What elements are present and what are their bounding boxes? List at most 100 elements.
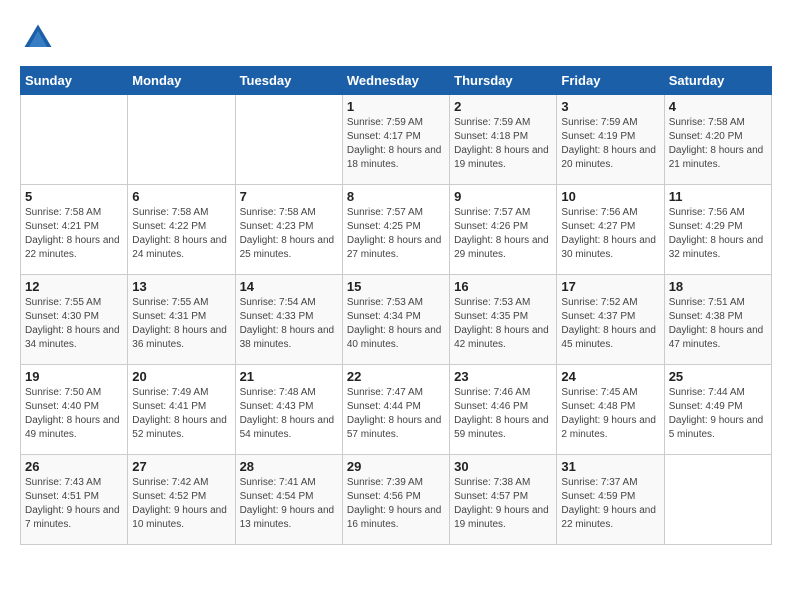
calendar-cell: 19 Sunrise: 7:50 AM Sunset: 4:40 PM Dayli… xyxy=(21,365,128,455)
calendar-cell: 15 Sunrise: 7:53 AM Sunset: 4:34 PM Dayli… xyxy=(342,275,449,365)
day-info: Sunrise: 7:59 AM Sunset: 4:17 PM Dayligh… xyxy=(347,116,445,172)
weekday-header: Friday xyxy=(557,67,664,95)
calendar-week-row: 19 Sunrise: 7:50 AM Sunset: 4:40 PM Dayli… xyxy=(21,365,772,455)
calendar-cell: 23 Sunrise: 7:46 AM Sunset: 4:46 PM Dayli… xyxy=(450,365,557,455)
day-number: 25 xyxy=(669,369,767,384)
calendar-cell: 28Sunrise: 7:41 AM Sunset: 4:54 PM Dayli… xyxy=(235,455,342,545)
calendar-cell: 30 Sunrise: 7:38 AM Sunset: 4:57 PM Dayli… xyxy=(450,455,557,545)
day-number: 12 xyxy=(25,279,123,294)
day-info: Sunrise: 7:44 AM Sunset: 4:49 PM Dayligh… xyxy=(669,386,767,442)
day-info: Sunrise: 7:57 AM Sunset: 4:25 PM Dayligh… xyxy=(347,206,445,262)
calendar-cell: 27Sunrise: 7:42 AM Sunset: 4:52 PM Dayli… xyxy=(128,455,235,545)
weekday-header: Sunday xyxy=(21,67,128,95)
weekday-header: Thursday xyxy=(450,67,557,95)
calendar-cell: 25 Sunrise: 7:44 AM Sunset: 4:49 PM Dayli… xyxy=(664,365,771,455)
day-info: Sunrise: 7:51 AM Sunset: 4:38 PM Dayligh… xyxy=(669,296,767,352)
day-number: 21 xyxy=(240,369,338,384)
calendar-cell: 31 Sunrise: 7:37 AM Sunset: 4:59 PM Dayli… xyxy=(557,455,664,545)
weekday-header: Saturday xyxy=(664,67,771,95)
day-info: Sunrise: 7:39 AM Sunset: 4:56 PM Dayligh… xyxy=(347,476,445,532)
calendar-cell: 13Sunrise: 7:55 AM Sunset: 4:31 PM Dayli… xyxy=(128,275,235,365)
day-number: 9 xyxy=(454,189,552,204)
day-info: Sunrise: 7:59 AM Sunset: 4:19 PM Dayligh… xyxy=(561,116,659,172)
logo-icon xyxy=(20,20,56,56)
day-info: Sunrise: 7:49 AM Sunset: 4:41 PM Dayligh… xyxy=(132,386,230,442)
day-info: Sunrise: 7:53 AM Sunset: 4:34 PM Dayligh… xyxy=(347,296,445,352)
calendar-cell: 1 Sunrise: 7:59 AM Sunset: 4:17 PM Daylig… xyxy=(342,95,449,185)
day-number: 5 xyxy=(25,189,123,204)
calendar-cell: 8 Sunrise: 7:57 AM Sunset: 4:25 PM Daylig… xyxy=(342,185,449,275)
day-info: Sunrise: 7:58 AM Sunset: 4:21 PM Dayligh… xyxy=(25,206,123,262)
calendar-cell: 21 Sunrise: 7:48 AM Sunset: 4:43 PM Dayli… xyxy=(235,365,342,455)
calendar-week-row: 26 Sunrise: 7:43 AM Sunset: 4:51 PM Dayli… xyxy=(21,455,772,545)
page-header xyxy=(20,20,772,56)
day-info: Sunrise: 7:54 AM Sunset: 4:33 PM Dayligh… xyxy=(240,296,338,352)
day-info: Sunrise: 7:37 AM Sunset: 4:59 PM Dayligh… xyxy=(561,476,659,532)
day-number: 4 xyxy=(669,99,767,114)
calendar-cell: 6 Sunrise: 7:58 AM Sunset: 4:22 PM Daylig… xyxy=(128,185,235,275)
day-info: Sunrise: 7:58 AM Sunset: 4:20 PM Dayligh… xyxy=(669,116,767,172)
day-number: 14 xyxy=(240,279,338,294)
day-number: 3 xyxy=(561,99,659,114)
day-info: Sunrise: 7:56 AM Sunset: 4:29 PM Dayligh… xyxy=(669,206,767,262)
day-number: 10 xyxy=(561,189,659,204)
day-info: Sunrise: 7:56 AM Sunset: 4:27 PM Dayligh… xyxy=(561,206,659,262)
calendar-cell: 20 Sunrise: 7:49 AM Sunset: 4:41 PM Dayli… xyxy=(128,365,235,455)
day-info: Sunrise: 7:53 AM Sunset: 4:35 PM Dayligh… xyxy=(454,296,552,352)
day-info: Sunrise: 7:58 AM Sunset: 4:22 PM Dayligh… xyxy=(132,206,230,262)
day-info: Sunrise: 7:48 AM Sunset: 4:43 PM Dayligh… xyxy=(240,386,338,442)
calendar-week-row: 1 Sunrise: 7:59 AM Sunset: 4:17 PM Daylig… xyxy=(21,95,772,185)
calendar-cell: 14 Sunrise: 7:54 AM Sunset: 4:33 PM Dayli… xyxy=(235,275,342,365)
calendar-cell: 17 Sunrise: 7:52 AM Sunset: 4:37 PM Dayli… xyxy=(557,275,664,365)
day-info: Sunrise: 7:59 AM Sunset: 4:18 PM Dayligh… xyxy=(454,116,552,172)
day-info: Sunrise: 7:46 AM Sunset: 4:46 PM Dayligh… xyxy=(454,386,552,442)
calendar-cell xyxy=(664,455,771,545)
weekday-header-row: SundayMondayTuesdayWednesdayThursdayFrid… xyxy=(21,67,772,95)
day-number: 27 xyxy=(132,459,230,474)
day-info: Sunrise: 7:57 AM Sunset: 4:26 PM Dayligh… xyxy=(454,206,552,262)
day-number: 20 xyxy=(132,369,230,384)
day-number: 28 xyxy=(240,459,338,474)
day-number: 17 xyxy=(561,279,659,294)
day-info: Sunrise: 7:47 AM Sunset: 4:44 PM Dayligh… xyxy=(347,386,445,442)
calendar-cell: 22 Sunrise: 7:47 AM Sunset: 4:44 PM Dayli… xyxy=(342,365,449,455)
day-number: 18 xyxy=(669,279,767,294)
calendar-week-row: 12 Sunrise: 7:55 AM Sunset: 4:30 PM Dayli… xyxy=(21,275,772,365)
day-info: Sunrise: 7:52 AM Sunset: 4:37 PM Dayligh… xyxy=(561,296,659,352)
calendar-cell xyxy=(235,95,342,185)
day-number: 15 xyxy=(347,279,445,294)
day-number: 8 xyxy=(347,189,445,204)
day-number: 24 xyxy=(561,369,659,384)
day-number: 30 xyxy=(454,459,552,474)
calendar-cell: 29 Sunrise: 7:39 AM Sunset: 4:56 PM Dayli… xyxy=(342,455,449,545)
day-number: 11 xyxy=(669,189,767,204)
day-info: Sunrise: 7:58 AM Sunset: 4:23 PM Dayligh… xyxy=(240,206,338,262)
calendar-table: SundayMondayTuesdayWednesdayThursdayFrid… xyxy=(20,66,772,545)
day-info: Sunrise: 7:45 AM Sunset: 4:48 PM Dayligh… xyxy=(561,386,659,442)
calendar-week-row: 5 Sunrise: 7:58 AM Sunset: 4:21 PM Daylig… xyxy=(21,185,772,275)
day-number: 6 xyxy=(132,189,230,204)
day-number: 31 xyxy=(561,459,659,474)
day-info: Sunrise: 7:55 AM Sunset: 4:30 PM Dayligh… xyxy=(25,296,123,352)
day-number: 1 xyxy=(347,99,445,114)
day-number: 22 xyxy=(347,369,445,384)
day-info: Sunrise: 7:50 AM Sunset: 4:40 PM Dayligh… xyxy=(25,386,123,442)
calendar-cell xyxy=(128,95,235,185)
day-number: 29 xyxy=(347,459,445,474)
calendar-cell: 7Sunrise: 7:58 AM Sunset: 4:23 PM Daylig… xyxy=(235,185,342,275)
day-number: 2 xyxy=(454,99,552,114)
calendar-cell: 18 Sunrise: 7:51 AM Sunset: 4:38 PM Dayli… xyxy=(664,275,771,365)
calendar-cell: 9 Sunrise: 7:57 AM Sunset: 4:26 PM Daylig… xyxy=(450,185,557,275)
calendar-cell: 10 Sunrise: 7:56 AM Sunset: 4:27 PM Dayli… xyxy=(557,185,664,275)
day-info: Sunrise: 7:43 AM Sunset: 4:51 PM Dayligh… xyxy=(25,476,123,532)
day-number: 16 xyxy=(454,279,552,294)
day-number: 23 xyxy=(454,369,552,384)
day-number: 13 xyxy=(132,279,230,294)
calendar-cell xyxy=(21,95,128,185)
day-info: Sunrise: 7:38 AM Sunset: 4:57 PM Dayligh… xyxy=(454,476,552,532)
calendar-cell: 2 Sunrise: 7:59 AM Sunset: 4:18 PM Daylig… xyxy=(450,95,557,185)
day-number: 19 xyxy=(25,369,123,384)
weekday-header: Tuesday xyxy=(235,67,342,95)
day-number: 26 xyxy=(25,459,123,474)
calendar-cell: 4 Sunrise: 7:58 AM Sunset: 4:20 PM Daylig… xyxy=(664,95,771,185)
